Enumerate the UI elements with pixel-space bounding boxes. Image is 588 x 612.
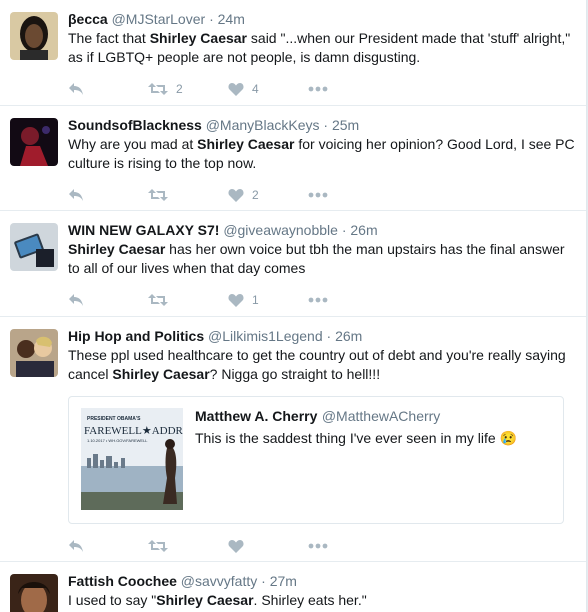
like-count: 2 [252,188,259,202]
search-term-highlight: Shirley Caesar [149,30,248,46]
timestamp[interactable]: 26m [350,222,377,238]
more-button[interactable] [308,543,388,549]
tweet-actions [68,530,576,562]
heart-icon [228,539,244,553]
tweet-text-part: Why are you mad at [68,136,198,152]
display-name[interactable]: WIN NEW GALAXY S7! [68,222,219,238]
separator-dot: · [326,328,332,344]
display-name[interactable]: Hip Hop and Politics [68,328,204,344]
reply-icon [68,539,84,553]
like-button[interactable]: 2 [228,188,308,202]
user-handle[interactable]: @Lilkimis1Legend [208,328,323,344]
like-button[interactable]: 4 [228,82,308,96]
timestamp[interactable]: 27m [270,573,297,589]
retweet-button[interactable] [148,539,228,553]
tweet-text-part: The fact that [68,30,150,46]
tweet-text-part: . Shirley eats her." [253,592,367,608]
separator-dot: · [261,573,266,589]
avatar[interactable] [10,118,58,166]
more-icon [308,192,328,198]
reply-button[interactable] [68,539,148,553]
tweet[interactable]: βecca @MJStarLover · 24m The fact that S… [0,0,586,106]
like-count: 1 [252,293,259,307]
timestamp[interactable]: 24m [218,11,245,27]
tweet-text: These ppl used healthcare to get the cou… [68,346,576,384]
quoted-tweet-image[interactable]: PRESIDENT OBAMA'S FAREWELL★ADDRESS 1.10.… [81,408,183,510]
retweet-icon [148,293,168,307]
more-button[interactable] [308,297,388,303]
separator-dot: · [209,11,214,27]
display-name[interactable]: βecca [68,11,108,27]
timestamp[interactable]: 26m [335,328,362,344]
quoted-display-name[interactable]: Matthew A. Cherry [195,408,317,424]
user-handle[interactable]: @giveawaynobble [223,222,338,238]
search-term-highlight: Shirley Caesar [68,241,166,257]
retweet-button[interactable] [148,188,228,202]
avatar[interactable] [10,574,58,612]
tweet[interactable]: Hip Hop and Politics @Lilkimis1Legend · … [0,317,586,562]
retweet-icon [148,539,168,553]
image-caption-line: PRESIDENT OBAMA'S [87,416,141,422]
timestamp[interactable]: 25m [332,117,359,133]
separator-dot: · [341,222,347,238]
more-button[interactable] [308,192,388,198]
tweet[interactable]: SoundsofBlackness @ManyBlackKeys · 25m W… [0,106,586,211]
more-button[interactable] [308,86,388,92]
tweet-timeline: βecca @MJStarLover · 24m The fact that S… [0,0,587,612]
like-button[interactable]: 1 [228,293,308,307]
like-count: 4 [252,82,259,96]
reply-icon [68,82,84,96]
retweet-button[interactable]: 2 [148,82,228,96]
retweet-icon [148,82,168,96]
reply-button[interactable] [68,188,148,202]
search-term-highlight: Shirley Caesar [112,366,210,382]
tweet-actions: 2 [68,179,576,211]
display-name[interactable]: SoundsofBlackness [68,117,202,133]
retweet-icon [148,188,168,202]
quoted-tweet-card[interactable]: PRESIDENT OBAMA'S FAREWELL★ADDRESS 1.10.… [68,396,564,524]
quoted-user-handle[interactable]: @MatthewACherry [322,408,440,424]
tweet-text: The fact that Shirley Caesar said "...wh… [68,29,576,67]
more-icon [308,86,328,92]
tweet-text-part: ? Nigga go straight to hell!!! [209,366,381,382]
tweet-text: Shirley Caesar has her own voice but tbh… [68,240,576,278]
reply-icon [68,188,84,202]
reply-button[interactable] [68,82,148,96]
search-term-highlight: Shirley Caesar [156,592,254,608]
heart-icon [228,293,244,307]
avatar[interactable] [10,329,58,377]
quoted-tweet-text: This is the saddest thing I've ever seen… [195,430,518,446]
reply-button[interactable] [68,293,148,307]
avatar[interactable] [10,12,58,60]
more-icon [308,297,328,303]
retweet-count: 2 [176,82,183,96]
image-caption-line: FAREWELL★ADDRESS [84,425,183,437]
tweet-actions: 2 4 [68,73,576,105]
reply-icon [68,293,84,307]
display-name[interactable]: Fattish Coochee [68,573,177,589]
tweet[interactable]: WIN NEW GALAXY S7! @giveawaynobble · 26m… [0,211,586,317]
heart-icon [228,188,244,202]
user-handle[interactable]: @ManyBlackKeys [206,117,320,133]
like-button[interactable] [228,539,308,553]
separator-dot: · [323,117,329,133]
avatar[interactable] [10,223,58,271]
tweet[interactable]: Fattish Coochee @savvyfatty · 27m I used… [0,562,586,612]
user-handle[interactable]: @MJStarLover [112,11,206,27]
search-term-highlight: Shirley Caesar [197,136,295,152]
image-caption-line: 1.10.2017 • WH.GOV/FAREWELL [87,438,148,443]
tweet-text-part: I used to say " [68,592,157,608]
retweet-button[interactable] [148,293,228,307]
more-icon [308,543,328,549]
heart-icon [228,82,244,96]
tweet-actions: 1 [68,284,576,316]
tweet-text: I used to say "Shirley Caesar. Shirley e… [68,591,576,610]
tweet-text: Why are you mad at Shirley Caesar for vo… [68,135,576,173]
user-handle[interactable]: @savvyfatty [181,573,257,589]
